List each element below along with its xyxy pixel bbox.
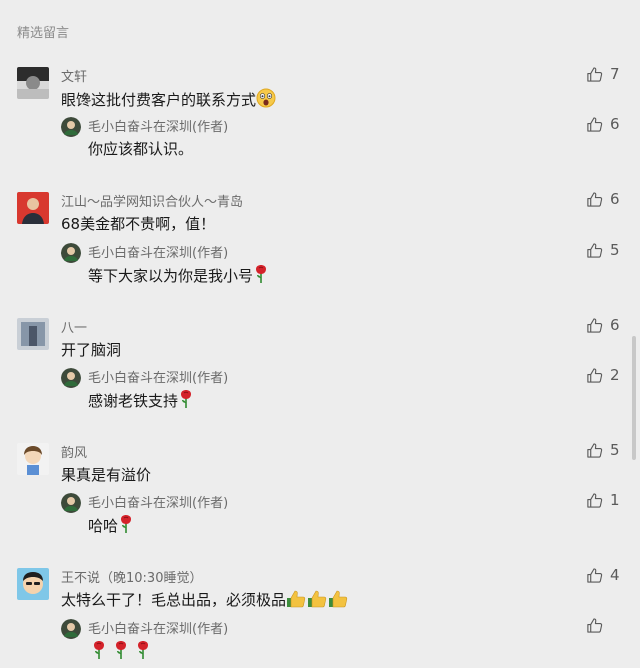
like-count: 1 <box>610 491 620 509</box>
reply-nickname: 毛小白奋斗在深圳(作者) <box>88 622 229 637</box>
like-button[interactable] <box>586 617 610 634</box>
like-button[interactable]: 1 <box>586 491 620 509</box>
thumbs-up-icon <box>587 367 603 383</box>
like-button[interactable]: 5 <box>586 241 620 259</box>
like-count: 2 <box>610 366 620 384</box>
like-count: 5 <box>610 441 620 459</box>
like-button[interactable]: 6 <box>586 115 620 133</box>
thumbs-up-icon <box>587 317 603 333</box>
like-button[interactable]: 6 <box>586 316 620 334</box>
author-avatar[interactable] <box>61 493 81 513</box>
thumbs-up-icon <box>587 567 603 583</box>
section-title: 精选留言 <box>17 26 70 41</box>
comment-nickname[interactable]: 江山～品学网知识合伙人～青岛 <box>61 191 243 210</box>
like-button[interactable]: 4 <box>586 566 620 584</box>
reply-text <box>88 640 154 661</box>
author-avatar[interactable] <box>61 243 81 263</box>
thumbs-up-icon <box>587 618 603 633</box>
reply-nickname: 毛小白奋斗在深圳(作者) <box>88 371 229 386</box>
like-count: 7 <box>610 65 620 83</box>
like-count: 4 <box>610 566 620 584</box>
author-avatar[interactable] <box>61 117 81 137</box>
comment-text: 68美金都不贵啊，值！ <box>61 215 216 233</box>
rose-icon <box>88 641 154 661</box>
scrollbar[interactable] <box>632 336 636 460</box>
like-button[interactable]: 6 <box>586 190 620 208</box>
like-count: 6 <box>610 190 620 208</box>
comment-nickname[interactable]: 文轩 <box>61 66 87 85</box>
avatar[interactable] <box>17 443 49 475</box>
comment-text: 果真是有溢价 <box>61 466 152 484</box>
rose-icon <box>121 515 132 533</box>
comment-text: 开了脑洞 <box>61 341 122 359</box>
rose-icon <box>181 390 192 408</box>
like-button[interactable]: 5 <box>586 441 620 459</box>
reply-nickname: 毛小白奋斗在深圳(作者) <box>88 246 229 261</box>
avatar[interactable] <box>17 568 49 600</box>
thumbs-up-icon <box>587 492 603 508</box>
thumbs-up-icon <box>587 66 603 82</box>
avatar[interactable] <box>17 192 49 224</box>
comment-text: 眼馋这批付费客户的联系方式 <box>61 88 276 110</box>
like-button[interactable]: 2 <box>586 366 620 384</box>
avatar[interactable] <box>17 67 49 99</box>
comment-nickname[interactable]: 韵风 <box>61 442 87 461</box>
reply-text: 等下大家以为你是我小号 <box>88 264 269 286</box>
scream-face-icon <box>256 88 276 108</box>
thumbs-up-icon <box>587 442 603 458</box>
comment-nickname[interactable]: 王不说（晚10:30睡觉） <box>61 567 202 586</box>
thumbs-up-icon <box>587 191 603 207</box>
comment-text: 太特么干了！毛总出品，必须极品 <box>61 589 349 610</box>
author-avatar[interactable] <box>61 368 81 388</box>
like-count: 6 <box>610 115 620 133</box>
reply-text: 你应该都认识。 <box>88 140 194 158</box>
author-avatar[interactable] <box>61 619 81 639</box>
reply-text: 感谢老铁支持 <box>88 389 194 411</box>
avatar[interactable] <box>17 318 49 350</box>
reply-nickname: 毛小白奋斗在深圳(作者) <box>88 120 229 135</box>
like-count: 5 <box>610 241 620 259</box>
rose-icon <box>256 265 267 283</box>
thumbs-up-icon <box>587 242 603 258</box>
comment-nickname[interactable]: 八一 <box>61 317 87 336</box>
reply-text: 哈哈 <box>88 514 134 536</box>
thumbs-up-emoji-icon <box>286 590 349 609</box>
reply-nickname: 毛小白奋斗在深圳(作者) <box>88 496 229 511</box>
like-count: 6 <box>610 316 620 334</box>
thumbs-up-icon <box>587 116 603 132</box>
like-button[interactable]: 7 <box>586 65 620 83</box>
